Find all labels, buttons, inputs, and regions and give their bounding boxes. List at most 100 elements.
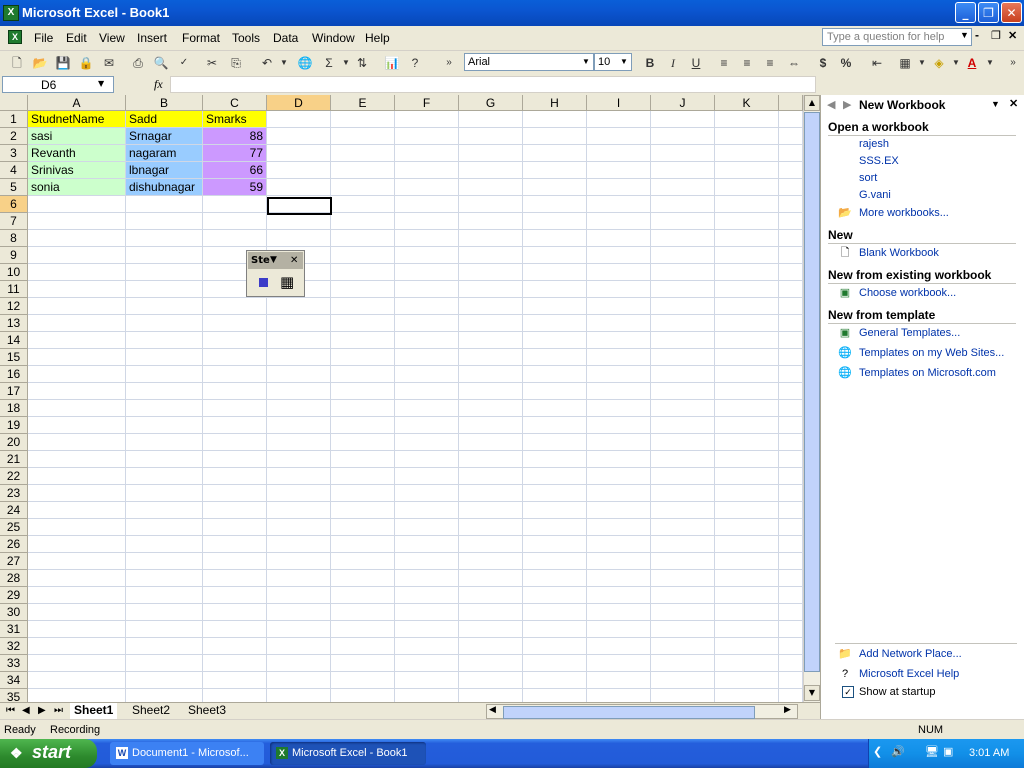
cell[interactable]: [203, 536, 267, 553]
cell[interactable]: [587, 621, 651, 638]
cell[interactable]: [126, 655, 203, 672]
decrease-indent-icon[interactable]: ⇤: [868, 54, 886, 72]
cell[interactable]: [203, 621, 267, 638]
cell[interactable]: [651, 485, 715, 502]
column-header-l[interactable]: [779, 95, 803, 111]
cell[interactable]: [715, 264, 779, 281]
cell[interactable]: [523, 570, 587, 587]
cell[interactable]: [779, 451, 803, 468]
cell[interactable]: [203, 400, 267, 417]
web-templates-link[interactable]: Templates on my Web Sites...: [859, 347, 1004, 359]
row-header-3[interactable]: 3: [0, 145, 28, 162]
cell[interactable]: [715, 366, 779, 383]
email-icon[interactable]: ✉: [100, 54, 118, 72]
cell[interactable]: [126, 281, 203, 298]
cell[interactable]: [587, 366, 651, 383]
cell[interactable]: [715, 145, 779, 162]
cell[interactable]: [395, 383, 459, 400]
cut-icon[interactable]: ✂: [203, 54, 221, 72]
cell[interactable]: [331, 672, 395, 689]
permission-icon[interactable]: 🔒: [77, 54, 95, 72]
cell[interactable]: [203, 485, 267, 502]
cell[interactable]: [587, 196, 651, 213]
cell[interactable]: [126, 468, 203, 485]
cell[interactable]: [395, 179, 459, 196]
cell[interactable]: [651, 519, 715, 536]
cell[interactable]: [651, 264, 715, 281]
fill-color-icon[interactable]: ◈: [930, 54, 948, 72]
cell[interactable]: [267, 502, 331, 519]
cell[interactable]: [267, 604, 331, 621]
cell[interactable]: [395, 111, 459, 128]
cell[interactable]: [587, 689, 651, 702]
row-header-5[interactable]: 5: [0, 179, 28, 196]
column-header-e[interactable]: E: [331, 95, 395, 111]
cell[interactable]: [331, 383, 395, 400]
cell[interactable]: [459, 162, 523, 179]
cell[interactable]: [523, 468, 587, 485]
cell[interactable]: [126, 434, 203, 451]
floating-toolbar-close-icon[interactable]: ✕: [290, 252, 298, 269]
cell[interactable]: [203, 587, 267, 604]
cell[interactable]: [523, 536, 587, 553]
cell[interactable]: [651, 196, 715, 213]
vertical-scroll-thumb[interactable]: [804, 112, 820, 672]
cell[interactable]: [523, 400, 587, 417]
cell[interactable]: [267, 213, 331, 230]
cell[interactable]: [523, 247, 587, 264]
row-header-1[interactable]: 1: [0, 111, 28, 128]
back-icon[interactable]: ◀: [827, 98, 835, 111]
cell[interactable]: [203, 366, 267, 383]
cell[interactable]: [715, 196, 779, 213]
cell[interactable]: [395, 689, 459, 702]
cell[interactable]: [779, 655, 803, 672]
active-cell-selection[interactable]: [267, 197, 332, 215]
cell[interactable]: [651, 570, 715, 587]
cell[interactable]: [587, 417, 651, 434]
cell[interactable]: [459, 451, 523, 468]
cell[interactable]: [587, 672, 651, 689]
cell[interactable]: [203, 655, 267, 672]
cell[interactable]: [395, 281, 459, 298]
cell[interactable]: [126, 638, 203, 655]
cell[interactable]: [126, 689, 203, 702]
cell[interactable]: [587, 502, 651, 519]
cell[interactable]: [651, 366, 715, 383]
first-sheet-icon[interactable]: ⏮: [6, 705, 15, 716]
print-icon[interactable]: ⎙: [129, 54, 147, 72]
cell[interactable]: [779, 213, 803, 230]
cell[interactable]: [587, 638, 651, 655]
underline-button[interactable]: U: [687, 54, 705, 72]
cell[interactable]: [203, 434, 267, 451]
save-icon[interactable]: 💾: [54, 54, 72, 72]
cell[interactable]: [715, 468, 779, 485]
cell[interactable]: [126, 672, 203, 689]
menu-data[interactable]: Data: [273, 31, 298, 45]
cell[interactable]: [459, 264, 523, 281]
formula-input[interactable]: [170, 76, 816, 93]
cell[interactable]: [126, 264, 203, 281]
cell[interactable]: [395, 621, 459, 638]
cell[interactable]: [459, 604, 523, 621]
table-cell[interactable]: 59: [203, 179, 267, 196]
cell[interactable]: [587, 570, 651, 587]
column-header-b[interactable]: B: [126, 95, 203, 111]
cell[interactable]: [28, 553, 126, 570]
cell[interactable]: [779, 536, 803, 553]
row-header-9[interactable]: 9: [0, 247, 28, 264]
cell[interactable]: [203, 349, 267, 366]
undo-dropdown-icon[interactable]: ▼: [275, 54, 293, 72]
table-cell[interactable]: Srinivas: [28, 162, 126, 179]
column-header-i[interactable]: I: [587, 95, 651, 111]
cell[interactable]: [587, 400, 651, 417]
cell[interactable]: [587, 264, 651, 281]
cell[interactable]: [523, 451, 587, 468]
autosum-icon[interactable]: Σ: [320, 54, 338, 72]
cell[interactable]: [331, 349, 395, 366]
cell[interactable]: [715, 230, 779, 247]
cell[interactable]: [587, 604, 651, 621]
blank-workbook-link[interactable]: Blank Workbook: [859, 247, 939, 259]
table-cell[interactable]: Revanth: [28, 145, 126, 162]
cell[interactable]: [28, 366, 126, 383]
cell[interactable]: [203, 213, 267, 230]
